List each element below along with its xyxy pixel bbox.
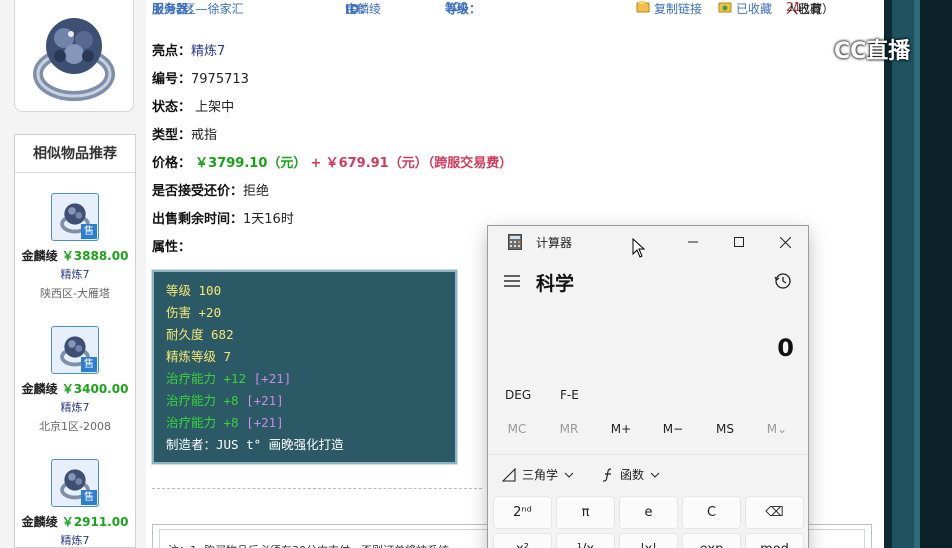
divider [488,454,808,455]
fee-value: ￥679.91（元）（跨服交易费） [325,156,513,171]
id-value: 金麟绫 [345,2,382,16]
detail-highlight: 亮点：精炼7 [152,44,226,59]
maximize-button[interactable] [716,226,762,258]
similar-item[interactable]: 售 金麟绫 ￥3400.00 精炼7 北京1区-2008 [15,326,135,434]
copy-icon [636,1,650,13]
function-icon [602,467,612,482]
right-dark-strip [884,0,952,548]
close-button[interactable] [762,226,808,258]
clear-key[interactable]: C [682,496,741,529]
history-icon[interactable] [774,272,792,290]
second-function-key[interactable]: 2ⁿᵈ [493,496,552,529]
divider [152,488,482,489]
e-key[interactable]: e [619,496,678,529]
attribute-line: 治疗能力 +8 [+21] [166,393,284,408]
calculator-title: 计算器 [536,236,573,250]
close-icon [779,236,791,248]
similar-item-price: ￥2911.00 [61,515,129,529]
memory-add-button[interactable]: M+ [595,422,647,436]
copy-link-button[interactable]: 复制链接 [636,0,702,16]
similar-item-thumbnail[interactable]: 售 [51,326,99,374]
attribute-line: 等级 100 [166,283,222,298]
calculator-app-icon [508,234,522,250]
hamburger-menu-icon[interactable] [504,274,522,288]
mouse-cursor-icon [632,238,646,258]
memory-subtract-button[interactable]: M− [647,422,699,436]
calculator-display: 0 [777,334,794,362]
detail-number: 编号：7975713 [152,72,249,87]
minimize-button[interactable] [670,226,716,258]
sale-badge: 售 [81,490,97,505]
similar-item-refine: 精炼7 [60,534,90,547]
detail-status: 状态： 上架中 [152,100,235,115]
similar-item[interactable]: 售 金麟绫 ￥2911.00 精炼7 [15,459,135,548]
detail-type: 类型：戒指 [152,128,218,143]
triangle-ruler-icon [502,467,516,482]
detail-remaining-time: 出售剩余时间：1天16时 [152,212,294,227]
similar-item[interactable]: 售 金麟绫 ￥3888.00 精炼7 陕西区-大雁塔 [15,193,135,301]
memory-clear-button[interactable]: MC [491,422,543,436]
similar-item-thumbnail[interactable]: 售 [51,193,99,241]
similar-item-name[interactable]: 金麟绫 [22,515,58,529]
similar-item-name[interactable]: 金麟绫 [22,249,58,263]
ring-icon [33,17,115,101]
memory-recall-button[interactable]: MR [543,422,595,436]
detail-attributes-label: 属性： [152,240,192,255]
similar-item-refine: 精炼7 [60,268,90,281]
square-key[interactable]: x² [493,533,552,548]
server-value: 上海2区—徐家汇 [152,2,244,16]
detail-price: 价格： ￥3799.10（元） + ￥679.91（元）（跨服交易费） [152,156,513,171]
sale-badge: 售 [81,357,97,372]
backspace-key[interactable]: ⌫ [745,496,804,529]
similar-item-price: ￥3888.00 [61,249,129,263]
memory-list-button[interactable]: M⌄ [751,422,803,436]
attribute-line: 伤害 +20 [166,305,222,320]
function-dropdown[interactable]: 函数 [602,466,660,483]
similar-items-panel: 相似物品推荐 售 金麟绫 ￥3888.00 精炼7 陕西区-大雁塔 售 金麟绫 … [14,134,136,548]
attribute-line: 精炼等级 7 [166,349,232,364]
level-value: 100 [445,0,468,14]
mod-key[interactable]: mod [745,533,804,548]
attributes-box: 等级 100 伤害 +20 耐久度 682 精炼等级 7 治疗能力 +12 [+… [151,269,458,465]
minimize-icon [688,241,698,243]
calculator-window[interactable]: 计算器 科学 0 DEG F-E MC MR M+ M− MS M⌄ 三角学 函… [487,225,809,548]
fe-toggle-button[interactable]: F-E [560,388,579,402]
similar-items-title: 相似物品推荐 [15,135,135,173]
chevron-down-icon [564,472,574,478]
calculator-mode-title: 科学 [536,273,575,295]
watermark: CC直播 [798,32,910,66]
detail-bargain: 是否接受还价：拒绝 [152,184,270,199]
similar-item-refine: 精炼7 [60,401,90,414]
attribute-line: 治疗能力 +12 [+21] [166,371,292,386]
reciprocal-key[interactable]: ¹/x [556,533,615,548]
pi-key[interactable]: π [556,496,615,529]
similar-item-server: 陕西区-大雁塔 [40,287,110,300]
attribute-line: 耐久度 682 [166,327,234,342]
favorite-folder-icon [718,2,732,13]
deg-toggle-button[interactable]: DEG [505,388,531,402]
attribute-line: 治疗能力 +8 [+21] [166,415,284,430]
exp-key[interactable]: exp [682,533,741,548]
sale-badge: 售 [81,224,97,239]
similar-item-name[interactable]: 金麟绫 [22,382,58,396]
item-image [14,0,134,112]
calculator-titlebar[interactable]: 计算器 [488,226,808,258]
similar-item-price: ￥3400.00 [61,382,129,396]
favorite-button[interactable]: 已收藏 [718,0,772,16]
attribute-line: 制造者：JUS t° 画晚强化打造 [166,437,344,452]
similar-item-server: 北京1区-2008 [39,420,111,433]
price-value: ￥3799.10（元） [195,156,307,171]
cc-live-logo-icon [799,35,827,63]
maximize-icon [734,237,744,247]
chevron-down-icon [650,472,660,478]
item-info-bar: 服务器： 上海2区—徐家汇 ID： 金麟绫 等级： 100 复制链接 已收藏 （已有 2… [152,0,835,16]
memory-store-button[interactable]: MS [699,422,751,436]
trigonometry-dropdown[interactable]: 三角学 [502,466,574,483]
absolute-value-key[interactable]: |x| [619,533,678,548]
similar-item-thumbnail[interactable]: 售 [51,459,99,507]
